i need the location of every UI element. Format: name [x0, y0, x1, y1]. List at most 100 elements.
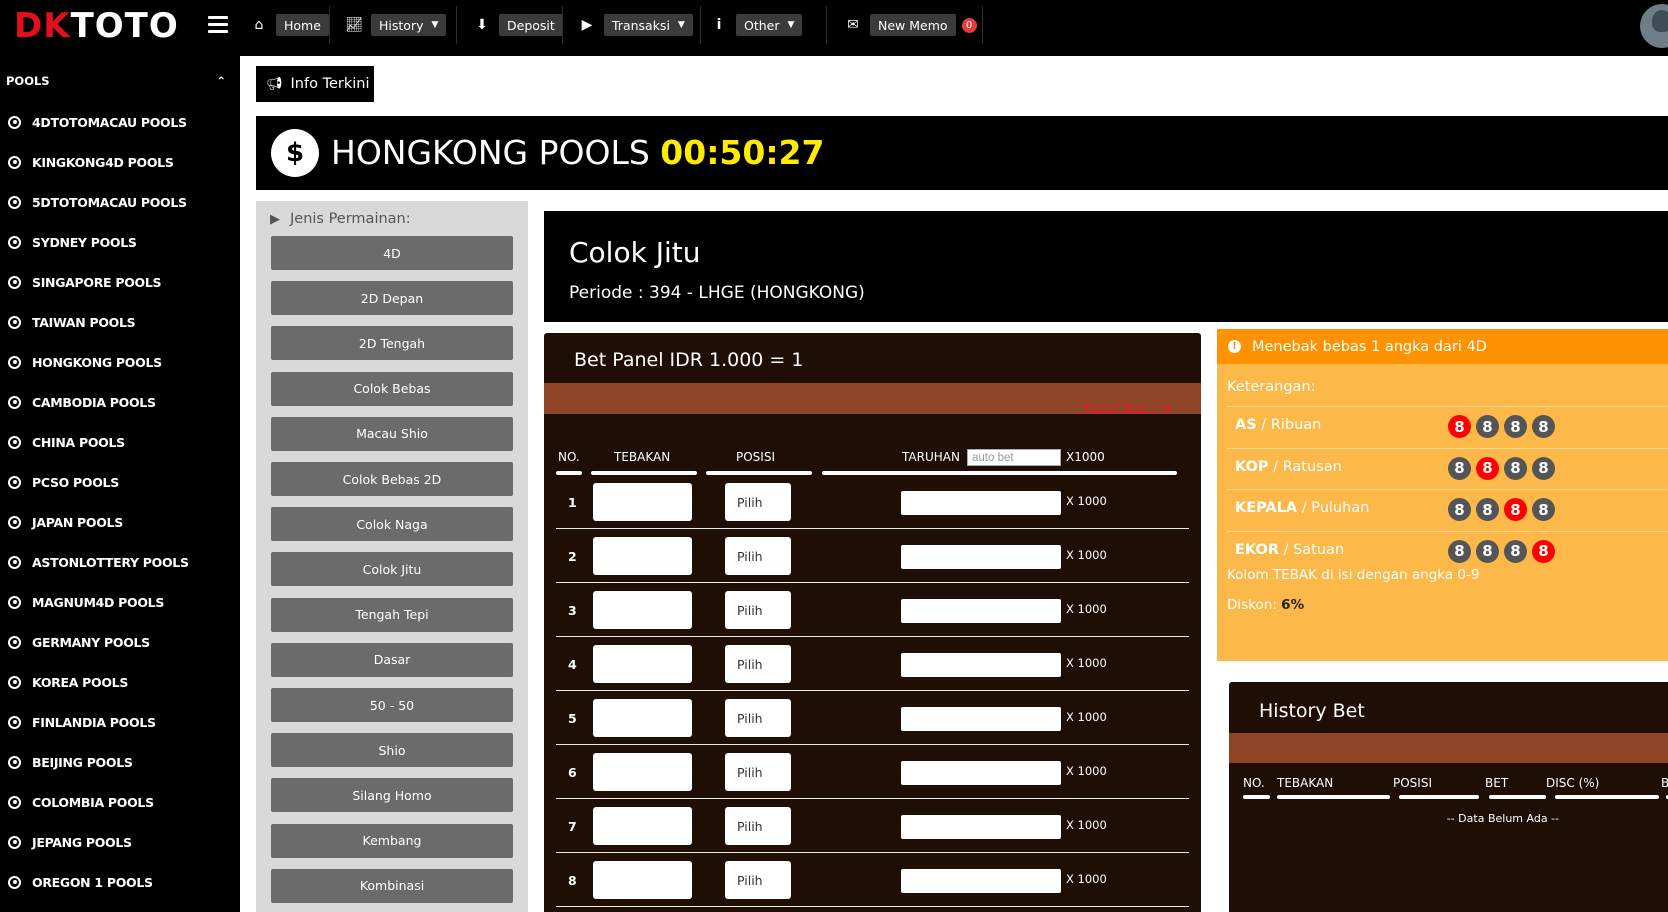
game-type-button[interactable]: Silang Homo: [271, 778, 513, 813]
game-type-button[interactable]: Shio: [271, 733, 513, 768]
user-avatar[interactable]: [1640, 4, 1668, 48]
col-header-no: NO.: [558, 450, 580, 464]
game-type-button[interactable]: Tengah Tepi: [271, 597, 513, 632]
game-title: Colok Jitu: [569, 236, 701, 269]
sidebar-item-pool[interactable]: MAGNUM4D POOLS: [8, 592, 164, 612]
sidebar-item-pool[interactable]: TAIWAN POOLS: [8, 312, 136, 332]
posisi-select[interactable]: Pilih: [725, 537, 791, 575]
game-type-button[interactable]: Colok Bebas: [271, 371, 513, 406]
tebakan-input[interactable]: [593, 645, 692, 683]
taruhan-input[interactable]: [901, 869, 1061, 893]
nav-transaksi[interactable]: ▶ Transaksi ▼: [578, 12, 693, 38]
posisi-select[interactable]: Pilih: [725, 807, 791, 845]
posisi-select[interactable]: Pilih: [725, 753, 791, 791]
nav-deposit[interactable]: ⬇ Deposit: [473, 12, 563, 38]
position-key: EKOR: [1235, 541, 1279, 558]
position-key: KOP: [1235, 458, 1269, 475]
hist-col-b: B: [1661, 776, 1668, 790]
taruhan-input[interactable]: [901, 761, 1061, 785]
radio-dot-icon: [8, 235, 21, 249]
game-type-button[interactable]: 2D Tengah: [271, 326, 513, 361]
taruhan-input[interactable]: [901, 815, 1061, 839]
sidebar-item-pool[interactable]: SYDNEY POOLS: [8, 232, 137, 252]
game-type-button[interactable]: Colok Naga: [271, 507, 513, 542]
row-divider: [556, 690, 1189, 691]
sidebar-item-pool[interactable]: COLOMBIA POOLS: [8, 792, 154, 812]
tebakan-input[interactable]: [593, 699, 692, 737]
hamburger-menu-icon[interactable]: [208, 16, 228, 34]
taruhan-input[interactable]: [901, 491, 1061, 515]
nav-memo[interactable]: ✉ New Memo 0: [844, 12, 977, 38]
radio-dot-icon: [8, 195, 21, 209]
digit-ball: 8: [1532, 498, 1555, 521]
sidebar-item-pool[interactable]: KOREA POOLS: [8, 672, 128, 692]
sidebar-item-pool[interactable]: 4DTOTOMACAU POOLS: [8, 112, 187, 132]
sidebar-item-pool[interactable]: GERMANY POOLS: [8, 632, 150, 652]
info-terkini-button[interactable]: 📢︎ Info Terkini: [256, 66, 374, 102]
tebakan-input[interactable]: [593, 807, 692, 845]
site-logo[interactable]: DK TOTO: [14, 6, 179, 46]
keterangan-label: Keterangan:: [1227, 379, 1316, 395]
multiplier-label: X 1000: [1066, 602, 1107, 616]
position-label: KOP / Ratusan: [1235, 459, 1342, 475]
sidebar-pools-header[interactable]: POOLS ⌃: [6, 72, 226, 90]
play-triangle-icon: ▶: [270, 211, 280, 227]
tebakan-input[interactable]: [593, 861, 692, 899]
taruhan-input[interactable]: [901, 599, 1061, 623]
game-type-button[interactable]: Colok Jitu: [271, 552, 513, 587]
game-type-button[interactable]: Kembang: [271, 823, 513, 858]
nav-history[interactable]: 📈︎ History ▼: [345, 12, 447, 38]
taruhan-input[interactable]: [901, 653, 1061, 677]
sidebar-item-pool[interactable]: BEIJING POOLS: [8, 752, 133, 772]
highlight-digit-ball: 8: [1476, 456, 1499, 480]
other-dropdown[interactable]: Other ▼: [736, 14, 803, 36]
posisi-select[interactable]: Pilih: [725, 483, 791, 521]
radio-dot-icon: [8, 715, 21, 729]
posisi-select[interactable]: Pilih: [725, 861, 791, 899]
taruhan-input[interactable]: [901, 707, 1061, 731]
posisi-select[interactable]: Pilih: [725, 645, 791, 683]
history-dropdown[interactable]: History ▼: [371, 14, 447, 36]
auto-bet-input[interactable]: auto bet: [967, 449, 1061, 466]
sidebar-item-pool[interactable]: FINLANDIA POOLS: [8, 712, 156, 732]
sidebar-item-pool[interactable]: JAPAN POOLS: [8, 512, 123, 532]
megaphone-icon: 📢︎: [266, 76, 283, 92]
game-type-button[interactable]: 2D Depan: [271, 281, 513, 316]
posisi-select[interactable]: Pilih: [725, 699, 791, 737]
game-type-button[interactable]: 50 - 50: [271, 688, 513, 722]
sidebar-item-pool[interactable]: CHINA POOLS: [8, 432, 125, 452]
nav-other[interactable]: i Other ▼: [710, 12, 803, 38]
sidebar-item-pool[interactable]: PCSO POOLS: [8, 472, 119, 492]
sidebar-item-pool[interactable]: HONGKONG POOLS: [8, 352, 162, 372]
sidebar-item-pool[interactable]: ASTONLOTTERY POOLS: [8, 552, 189, 572]
tebakan-input[interactable]: [593, 483, 692, 521]
sidebar-item-pool[interactable]: OREGON 1 POOLS: [8, 872, 153, 892]
sidebar-item-pool[interactable]: 5DTOTOMACAU POOLS: [8, 192, 187, 212]
game-type-button[interactable]: 4D: [271, 236, 513, 270]
diskon-label: Diskon:: [1227, 597, 1282, 613]
sidebar-item-pool[interactable]: SINGAPORE POOLS: [8, 272, 162, 292]
game-type-button[interactable]: Kombinasi: [271, 868, 513, 903]
sidebar-item-pool[interactable]: CAMBODIA POOLS: [8, 392, 156, 412]
transaksi-label: Transaksi: [612, 17, 670, 33]
bet-row-number: 3: [568, 603, 577, 618]
home-button[interactable]: Home: [276, 14, 329, 36]
multiplier-label: X 1000: [1066, 710, 1107, 724]
game-type-button[interactable]: Colok Bebas 2D: [271, 462, 513, 496]
digit-ball: 8: [1476, 539, 1499, 563]
radio-dot-icon: [8, 795, 21, 809]
game-type-button[interactable]: Dasar: [271, 642, 513, 677]
new-memo-button[interactable]: New Memo: [870, 14, 956, 36]
tebakan-input[interactable]: [593, 591, 692, 629]
tebakan-input[interactable]: [593, 753, 692, 791]
game-type-button[interactable]: Macau Shio: [271, 416, 513, 451]
sidebar-item-label: BEIJING POOLS: [32, 754, 133, 770]
taruhan-input[interactable]: [901, 545, 1061, 569]
transaksi-dropdown[interactable]: Transaksi ▼: [604, 14, 693, 36]
tebakan-input[interactable]: [593, 537, 692, 575]
nav-home[interactable]: ⌂ Home: [250, 12, 329, 38]
posisi-select[interactable]: Pilih: [725, 591, 791, 629]
deposit-button[interactable]: Deposit: [499, 14, 563, 36]
sidebar-item-pool[interactable]: JEPANG POOLS: [8, 832, 132, 852]
sidebar-item-pool[interactable]: KINGKONG4D POOLS: [8, 152, 174, 172]
